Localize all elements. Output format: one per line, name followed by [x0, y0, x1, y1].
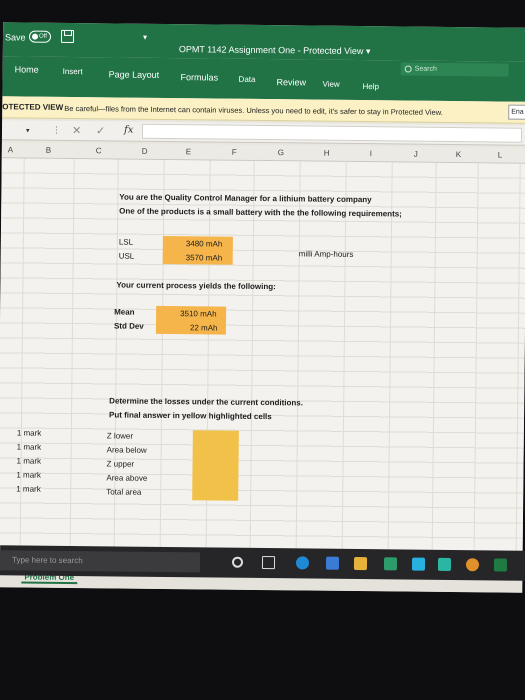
- search-input[interactable]: Search: [400, 62, 509, 77]
- column-header-d[interactable]: D: [142, 147, 148, 156]
- tab-help[interactable]: Help: [362, 82, 379, 91]
- excel-window: Save Off ▾ OPMT 1142 Assignment One - Pr…: [0, 22, 525, 593]
- column-header-b[interactable]: B: [46, 146, 51, 155]
- autosave-toggle[interactable]: Off: [28, 30, 52, 43]
- column-header-l[interactable]: L: [498, 150, 503, 159]
- tab-formulas[interactable]: Formulas: [181, 72, 219, 82]
- more-options-icon[interactable]: ⋮: [52, 125, 61, 136]
- worksheet-grid[interactable]: You are the Quality Control Manager for …: [0, 158, 525, 574]
- cortana-icon[interactable]: [231, 556, 244, 568]
- column-header-f[interactable]: F: [232, 148, 237, 157]
- title-bar: Save Off ▾ OPMT 1142 Assignment One - Pr…: [2, 22, 525, 62]
- save-icon[interactable]: [60, 29, 75, 44]
- column-header-h[interactable]: H: [324, 149, 330, 158]
- taskbar-search-input[interactable]: Type here to search: [0, 550, 201, 573]
- tab-page-layout[interactable]: Page Layout: [109, 69, 160, 80]
- task-line-2: Put final answer in yellow highlighted c…: [109, 410, 272, 422]
- tab-data[interactable]: Data: [239, 75, 256, 84]
- edge-icon[interactable]: [295, 556, 310, 570]
- autosave-label: Save: [4, 32, 26, 43]
- tab-home[interactable]: Home: [15, 64, 39, 74]
- name-box-dropdown-icon[interactable]: ▾: [26, 127, 30, 135]
- area-above-label: Area above: [106, 473, 148, 483]
- document-title[interactable]: OPMT 1142 Assignment One - Protected Vie…: [179, 44, 371, 57]
- column-header-j[interactable]: J: [414, 150, 418, 159]
- task-line-1: Determine the losses under the current c…: [109, 396, 304, 408]
- protected-view-label: OTECTED VIEW: [2, 102, 64, 112]
- tab-view[interactable]: View: [322, 80, 339, 89]
- mean-label: Mean: [114, 307, 135, 317]
- mark-label: 1 mark: [16, 428, 42, 438]
- mail-icon[interactable]: [325, 556, 340, 570]
- usl-value[interactable]: 3570 mAh: [186, 253, 223, 262]
- store-icon[interactable]: [383, 557, 398, 571]
- std-dev-value[interactable]: 22 mAh: [190, 323, 218, 332]
- enable-editing-button[interactable]: Ena: [508, 104, 525, 120]
- z-lower-label: Z lower: [106, 431, 134, 441]
- column-header-c[interactable]: C: [96, 146, 102, 155]
- formula-input[interactable]: [141, 123, 523, 143]
- answer-cells-highlight[interactable]: [192, 430, 239, 501]
- column-header-k[interactable]: K: [456, 150, 461, 159]
- process-intro: Your current process yields the followin…: [116, 280, 276, 292]
- area-below-label: Area below: [106, 445, 147, 455]
- column-header-e[interactable]: E: [186, 147, 191, 156]
- mark-label: 1 mark: [16, 456, 42, 466]
- tab-insert[interactable]: Insert: [63, 67, 83, 76]
- app-icon[interactable]: [411, 557, 426, 571]
- task-view-icon[interactable]: [261, 555, 276, 570]
- lsl-label: LSL: [118, 237, 134, 247]
- formula-bar: ▾ ⋮ ✕ ✓ fx: [1, 120, 525, 146]
- photos-icon[interactable]: [437, 557, 452, 571]
- protected-view-message: Be careful—files from the Internet can c…: [64, 103, 443, 117]
- column-header-a[interactable]: A: [8, 145, 13, 154]
- usl-label: USL: [118, 251, 135, 261]
- unit-note: milli Amp-hours: [298, 249, 354, 259]
- mean-value[interactable]: 3510 mAh: [180, 309, 217, 318]
- column-header-g[interactable]: G: [278, 148, 284, 157]
- mark-label: 1 mark: [16, 470, 41, 480]
- quick-access-dropdown-icon[interactable]: ▾: [143, 33, 147, 42]
- enter-formula-icon[interactable]: ✓: [96, 124, 105, 137]
- mark-label: 1 mark: [16, 442, 42, 452]
- intro-line-2: One of the products is a small battery w…: [119, 206, 402, 219]
- intro-line-1: You are the Quality Control Manager for …: [119, 192, 372, 205]
- mark-label: 1 mark: [16, 484, 41, 494]
- chrome-icon[interactable]: [465, 558, 480, 572]
- lsl-value[interactable]: 3480 mAh: [186, 239, 223, 248]
- column-header-i[interactable]: I: [370, 149, 372, 158]
- insert-function-icon[interactable]: fx: [124, 125, 133, 136]
- cancel-formula-icon[interactable]: ✕: [72, 124, 81, 137]
- std-dev-label: Std Dev: [113, 321, 144, 331]
- excel-taskbar-icon[interactable]: [493, 558, 508, 572]
- file-explorer-icon[interactable]: [353, 556, 368, 571]
- windows-taskbar: Type here to search: [0, 545, 525, 581]
- tab-review[interactable]: Review: [276, 77, 306, 87]
- total-area-label: Total area: [106, 487, 142, 497]
- protected-view-bar: OTECTED VIEW Be careful—files from the I…: [2, 96, 525, 124]
- z-upper-label: Z upper: [106, 459, 135, 469]
